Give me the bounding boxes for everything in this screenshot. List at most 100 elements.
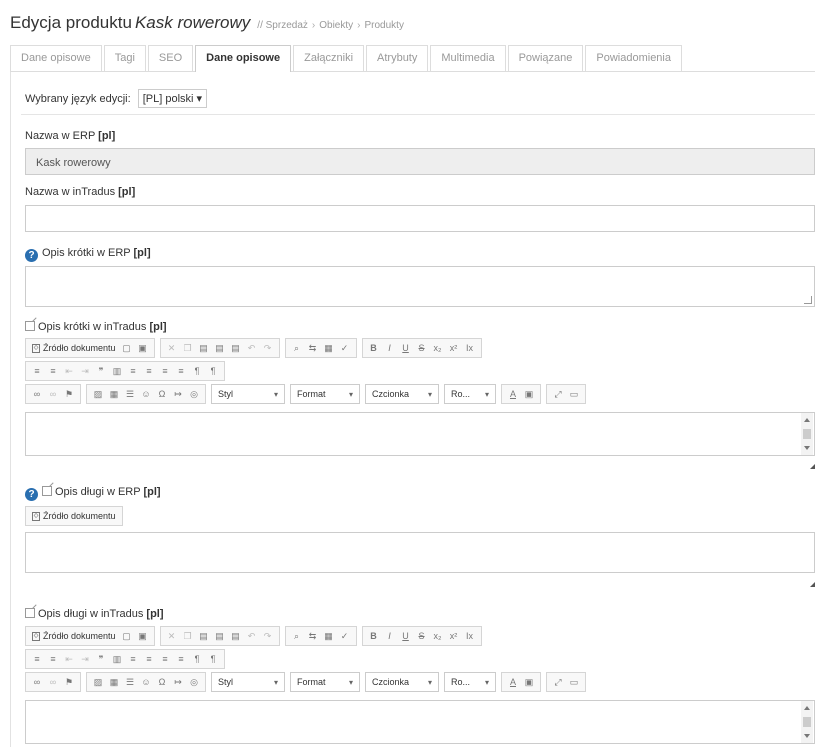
new-page-icon[interactable]: ▢	[120, 629, 134, 643]
image-icon[interactable]: ▨	[91, 675, 105, 689]
tab-tags[interactable]: Tagi	[103, 45, 146, 71]
italic-icon[interactable]: I	[383, 341, 397, 355]
style-dropdown[interactable]: Styl ▾	[211, 672, 285, 692]
style-dropdown[interactable]: Styl ▾	[211, 384, 285, 404]
spellcheck-icon[interactable]: ✓	[338, 629, 352, 643]
superscript-icon[interactable]: x²	[447, 629, 461, 643]
print-icon[interactable]: ▣	[136, 341, 150, 355]
show-blocks-icon[interactable]: ▭	[567, 387, 581, 401]
arrow-down-icon[interactable]	[804, 734, 810, 738]
question-circle-icon[interactable]: ?	[25, 249, 38, 262]
italic-icon[interactable]: I	[383, 629, 397, 643]
font-dropdown[interactable]: Czcionka ▾	[365, 384, 439, 404]
underline-icon[interactable]: U	[399, 341, 413, 355]
strike-icon[interactable]: S	[415, 629, 429, 643]
outdent-icon[interactable]: ⇤	[62, 652, 76, 666]
ltr-icon[interactable]: ¶	[190, 364, 204, 378]
maximize-icon[interactable]: ⤢	[551, 387, 565, 401]
underline-icon[interactable]: U	[399, 629, 413, 643]
arrow-up-icon[interactable]	[804, 706, 810, 710]
undo-icon[interactable]: ↶	[245, 341, 259, 355]
new-page-icon[interactable]: ▢	[120, 341, 134, 355]
spellcheck-icon[interactable]: ✓	[338, 341, 352, 355]
link-icon[interactable]: ∞	[30, 387, 44, 401]
scrollbar[interactable]	[801, 701, 813, 743]
resize-handle-icon[interactable]	[804, 296, 812, 304]
tab-seo[interactable]: SEO	[147, 45, 194, 71]
long-intradus-editor[interactable]	[25, 700, 815, 744]
blockquote-icon[interactable]: ❞	[94, 652, 108, 666]
paste-text-icon[interactable]: ▤	[213, 341, 227, 355]
source-button[interactable]: ◇ Źródło dokumentu	[29, 343, 119, 353]
scrollbar-thumb[interactable]	[803, 429, 811, 439]
cut-icon[interactable]: ✕	[165, 629, 179, 643]
justify-icon[interactable]: ≡	[174, 652, 188, 666]
outdent-icon[interactable]: ⇤	[62, 364, 76, 378]
replace-icon[interactable]: ⇆	[306, 629, 320, 643]
tab-multimedia[interactable]: Multimedia	[430, 45, 506, 71]
smiley-icon[interactable]: ☺	[139, 675, 153, 689]
align-right-icon[interactable]: ≡	[158, 652, 172, 666]
superscript-icon[interactable]: x²	[447, 341, 461, 355]
special-char-icon[interactable]: Ω	[155, 387, 169, 401]
unlink-icon[interactable]: ∞	[46, 387, 60, 401]
paste-word-icon[interactable]: ▤	[229, 341, 243, 355]
print-icon[interactable]: ▣	[136, 629, 150, 643]
redo-icon[interactable]: ↷	[261, 341, 275, 355]
copy-icon[interactable]: ❐	[181, 629, 195, 643]
find-icon[interactable]: ⌕	[290, 341, 304, 355]
cut-icon[interactable]: ✕	[165, 341, 179, 355]
tab-related[interactable]: Powiązane	[507, 45, 584, 71]
tab-descriptive-active[interactable]: Dane opisowe	[195, 45, 292, 72]
bold-icon[interactable]: B	[367, 341, 381, 355]
strike-icon[interactable]: S	[415, 341, 429, 355]
page-break-icon[interactable]: ↦	[171, 675, 185, 689]
undo-icon[interactable]: ↶	[245, 629, 259, 643]
breadcrumb-objects[interactable]: Obiekty	[319, 20, 353, 31]
align-center-icon[interactable]: ≡	[142, 652, 156, 666]
language-select[interactable]: [PL] polski ▾	[137, 89, 208, 108]
horizontal-line-icon[interactable]: ☰	[123, 675, 137, 689]
text-color-icon[interactable]: A	[506, 387, 520, 401]
size-dropdown[interactable]: Ro... ▾	[444, 672, 496, 692]
long-erp-editor[interactable]	[25, 532, 815, 573]
paste-icon[interactable]: ▤	[197, 629, 211, 643]
breadcrumb-sales[interactable]: Sprzedaż	[266, 20, 308, 31]
table-icon[interactable]: ▦	[107, 387, 121, 401]
unlink-icon[interactable]: ∞	[46, 675, 60, 689]
image-icon[interactable]: ▨	[91, 387, 105, 401]
show-blocks-icon[interactable]: ▭	[567, 675, 581, 689]
align-left-icon[interactable]: ≡	[126, 652, 140, 666]
rtl-icon[interactable]: ¶	[206, 364, 220, 378]
copy-icon[interactable]: ❐	[181, 341, 195, 355]
tab-notifications[interactable]: Powiadomienia	[585, 45, 682, 71]
bulleted-list-icon[interactable]: ≡	[46, 364, 60, 378]
remove-format-icon[interactable]: Ix	[463, 629, 477, 643]
indent-icon[interactable]: ⇥	[78, 364, 92, 378]
iframe-icon[interactable]: ◎	[187, 675, 201, 689]
subscript-icon[interactable]: x₂	[431, 629, 445, 643]
replace-icon[interactable]: ⇆	[306, 341, 320, 355]
scrollbar[interactable]	[801, 413, 813, 455]
source-button[interactable]: ◇ Źródło dokumentu	[29, 511, 119, 521]
horizontal-line-icon[interactable]: ☰	[123, 387, 137, 401]
bulleted-list-icon[interactable]: ≡	[46, 652, 60, 666]
subscript-icon[interactable]: x₂	[431, 341, 445, 355]
table-icon[interactable]: ▦	[107, 675, 121, 689]
page-break-icon[interactable]: ↦	[171, 387, 185, 401]
format-dropdown[interactable]: Format ▾	[290, 672, 360, 692]
smiley-icon[interactable]: ☺	[139, 387, 153, 401]
tab-attributes[interactable]: Atrybuty	[366, 45, 429, 71]
resize-corner-icon[interactable]	[810, 464, 815, 469]
special-char-icon[interactable]: Ω	[155, 675, 169, 689]
intradus-name-input[interactable]	[25, 205, 815, 232]
rtl-icon[interactable]: ¶	[206, 652, 220, 666]
anchor-flag-icon[interactable]: ⚑	[62, 387, 76, 401]
ltr-icon[interactable]: ¶	[190, 652, 204, 666]
anchor-flag-icon[interactable]: ⚑	[62, 675, 76, 689]
select-all-icon[interactable]: ▦	[322, 629, 336, 643]
size-dropdown[interactable]: Ro... ▾	[444, 384, 496, 404]
bold-icon[interactable]: B	[367, 629, 381, 643]
short-erp-textarea[interactable]	[25, 266, 815, 307]
numbered-list-icon[interactable]: ≡	[30, 652, 44, 666]
